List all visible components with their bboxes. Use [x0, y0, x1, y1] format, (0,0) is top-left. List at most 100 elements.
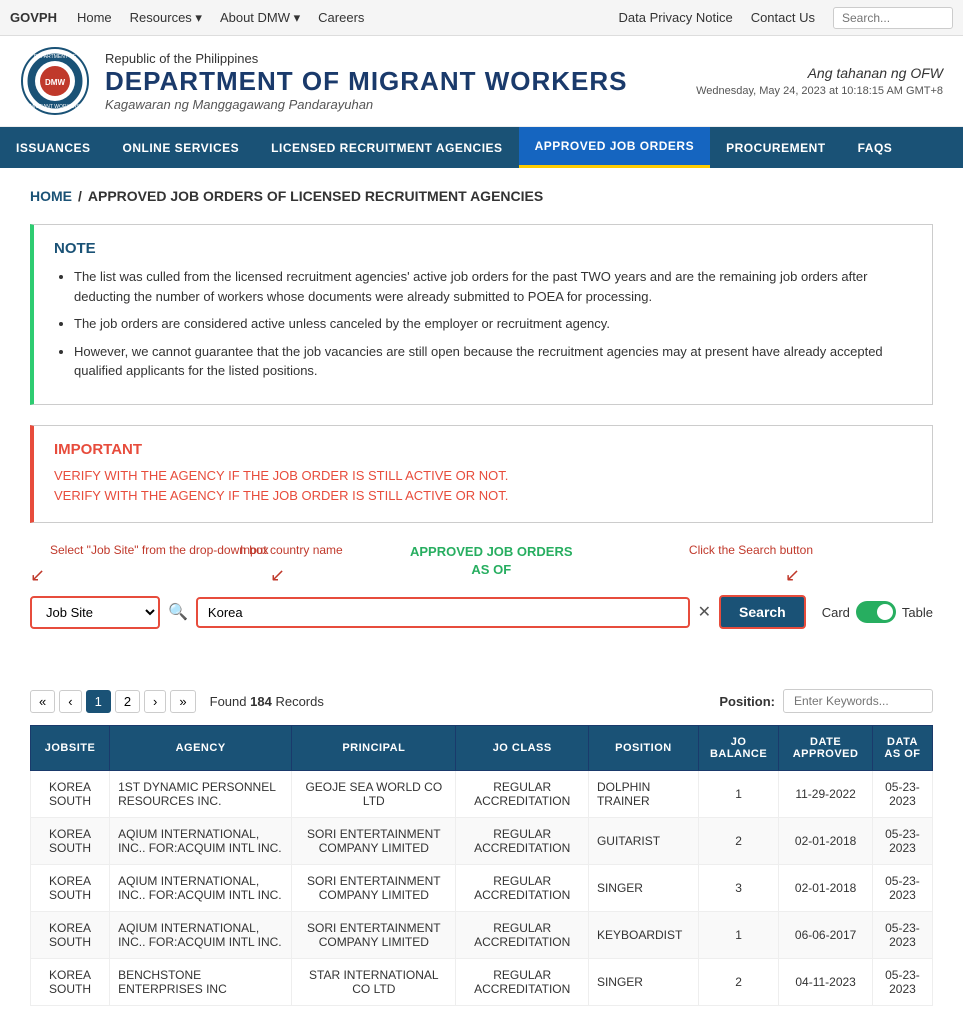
cell-data-as-of: 05-23-2023	[872, 865, 932, 912]
breadcrumb-current: APPROVED JOB ORDERS OF LICENSED RECRUITM…	[88, 188, 543, 204]
search-row: Job Site Korea South Japan Taiwan 🔍 ✕ Se…	[30, 595, 933, 629]
nav-about-dmw[interactable]: About DMW ▾	[220, 10, 300, 26]
cell-jo-class: REGULAR ACCREDITATION	[456, 818, 589, 865]
cell-agency: AQIUM INTERNATIONAL, INC.. FOR:ACQUIM IN…	[110, 912, 292, 959]
cell-principal: SORI ENTERTAINMENT COMPANY LIMITED	[292, 818, 456, 865]
nav-licensed-agencies[interactable]: LICENSED RECRUITMENT AGENCIES	[255, 129, 518, 167]
cell-date-approved: 06-06-2017	[779, 912, 873, 959]
cell-agency: AQIUM INTERNATIONAL, INC.. FOR:ACQUIM IN…	[110, 865, 292, 912]
header-right-block: Ang tahanan ng OFW Wednesday, May 24, 20…	[696, 65, 943, 97]
table-row: KOREA SOUTH AQIUM INTERNATIONAL, INC.. F…	[31, 865, 933, 912]
nav-careers[interactable]: Careers	[318, 10, 364, 26]
cell-position: DOLPHIN TRAINER	[588, 771, 698, 818]
col-jobsite: JOBSITE	[31, 726, 110, 771]
cell-jobsite: KOREA SOUTH	[31, 959, 110, 1006]
position-filter-label: Position:	[719, 694, 775, 709]
col-agency: AGENCY	[110, 726, 292, 771]
note-item-1: The list was culled from the licensed re…	[74, 267, 912, 306]
cell-date-approved: 11-29-2022	[779, 771, 873, 818]
cell-jobsite: KOREA SOUTH	[31, 912, 110, 959]
page-prev-button[interactable]: ‹	[59, 690, 81, 713]
nav-issuances[interactable]: ISSUANCES	[0, 129, 107, 167]
position-filter-input[interactable]	[783, 689, 933, 713]
cell-jo-balance: 2	[698, 959, 778, 1006]
table-row: KOREA SOUTH AQIUM INTERNATIONAL, INC.. F…	[31, 818, 933, 865]
top-search-input[interactable]	[833, 7, 953, 29]
breadcrumb: HOME / APPROVED JOB ORDERS OF LICENSED R…	[30, 188, 933, 204]
table-row: KOREA SOUTH BENCHSTONE ENTERPRISES INC S…	[31, 959, 933, 1006]
cell-position: KEYBOARDIST	[588, 912, 698, 959]
nav-data-privacy[interactable]: Data Privacy Notice	[619, 10, 733, 25]
clear-search-button[interactable]: ✕	[698, 602, 711, 622]
page-1-button[interactable]: 1	[86, 690, 111, 713]
arrow-search-icon: ↙	[785, 565, 800, 586]
note-title: NOTE	[54, 240, 912, 257]
nav-resources[interactable]: Resources ▾	[130, 10, 202, 26]
svg-text:DEPARTMENT OF: DEPARTMENT OF	[34, 54, 76, 60]
arrow-jobsite-icon: ↙	[30, 565, 45, 586]
breadcrumb-home[interactable]: HOME	[30, 188, 72, 204]
country-search-input[interactable]	[196, 597, 690, 628]
note-item-2: The job orders are considered active unl…	[74, 314, 912, 334]
search-button[interactable]: Search	[719, 595, 806, 629]
note-box: NOTE The list was culled from the licens…	[30, 224, 933, 405]
top-nav-right: Data Privacy Notice Contact Us	[619, 7, 953, 29]
page-last-button[interactable]: »	[170, 690, 195, 713]
found-label: Found	[210, 694, 247, 709]
cell-data-as-of: 05-23-2023	[872, 959, 932, 1006]
important-box: IMPORTANT VERIFY WITH THE AGENCY IF THE …	[30, 425, 933, 524]
table-header: JOBSITE AGENCY PRINCIPAL JO CLASS POSITI…	[31, 726, 933, 771]
col-jo-balance: JO BALANCE	[698, 726, 778, 771]
cell-position: GUITARIST	[588, 818, 698, 865]
important-text-2: VERIFY WITH THE AGENCY IF THE JOB ORDER …	[54, 486, 912, 507]
main-content: HOME / APPROVED JOB ORDERS OF LICENSED R…	[0, 168, 963, 1026]
nav-online-services[interactable]: ONLINE SERVICES	[107, 129, 256, 167]
card-table-toggle[interactable]	[856, 601, 896, 623]
table-row: KOREA SOUTH 1ST DYNAMIC PERSONNEL RESOUR…	[31, 771, 933, 818]
pagination-row: « ‹ 1 2 › » Found 184 Records Position:	[30, 689, 933, 713]
govph-brand: GOVPH	[10, 10, 57, 25]
cell-jobsite: KOREA SOUTH	[31, 771, 110, 818]
table-label: Table	[902, 605, 933, 620]
important-title: IMPORTANT	[54, 441, 912, 458]
nav-approved-job-orders[interactable]: APPROVED JOB ORDERS	[519, 127, 711, 168]
cell-jo-class: REGULAR ACCREDITATION	[456, 771, 589, 818]
nav-home[interactable]: Home	[77, 10, 112, 26]
cell-date-approved: 02-01-2018	[779, 865, 873, 912]
dept-name: DEPARTMENT OF MIGRANT WORKERS	[105, 66, 696, 97]
top-navigation: GOVPH Home Resources ▾ About DMW ▾ Caree…	[0, 0, 963, 36]
table-header-row: JOBSITE AGENCY PRINCIPAL JO CLASS POSITI…	[31, 726, 933, 771]
search-magnifier-icon: 🔍	[168, 602, 188, 622]
cell-principal: GEOJE SEA WORLD CO LTD	[292, 771, 456, 818]
col-position: POSITION	[588, 726, 698, 771]
nav-contact-us[interactable]: Contact Us	[751, 10, 815, 25]
top-nav-links: Home Resources ▾ About DMW ▾ Careers	[77, 10, 619, 26]
col-data-as-of: DATA AS OF	[872, 726, 932, 771]
jobsite-select[interactable]: Job Site Korea South Japan Taiwan	[30, 596, 160, 629]
page-first-button[interactable]: «	[30, 690, 55, 713]
nav-faqs[interactable]: FAQS	[842, 129, 909, 167]
cell-principal: STAR INTERNATIONAL CO LTD	[292, 959, 456, 1006]
found-records-text: Found 184 Records	[210, 694, 324, 709]
annotation-click-search: Click the Search button	[689, 543, 813, 557]
page-2-button[interactable]: 2	[115, 690, 140, 713]
found-count: 184	[250, 694, 272, 709]
col-principal: PRINCIPAL	[292, 726, 456, 771]
cell-agency: AQIUM INTERNATIONAL, INC.. FOR:ACQUIM IN…	[110, 818, 292, 865]
cell-jo-class: REGULAR ACCREDITATION	[456, 959, 589, 1006]
date-time-text: Wednesday, May 24, 2023 at 10:18:15 AM G…	[696, 85, 943, 97]
annotation-country: Input country name	[240, 543, 343, 557]
cell-principal: SORI ENTERTAINMENT COMPANY LIMITED	[292, 912, 456, 959]
cell-date-approved: 02-01-2018	[779, 818, 873, 865]
header-text-block: Republic of the Philippines DEPARTMENT O…	[105, 51, 696, 112]
cell-jo-balance: 2	[698, 818, 778, 865]
nav-procurement[interactable]: PROCUREMENT	[710, 129, 842, 167]
records-label: Records	[275, 694, 323, 709]
page-next-button[interactable]: ›	[144, 690, 166, 713]
cell-jo-balance: 1	[698, 912, 778, 959]
cell-jo-class: REGULAR ACCREDITATION	[456, 865, 589, 912]
main-navigation: ISSUANCES ONLINE SERVICES LICENSED RECRU…	[0, 127, 963, 168]
search-section: Select "Job Site" from the drop-down box…	[30, 543, 933, 629]
kagawaran-label: Kagawaran ng Manggagawang Pandarayuhan	[105, 97, 696, 112]
job-orders-table: JOBSITE AGENCY PRINCIPAL JO CLASS POSITI…	[30, 725, 933, 1006]
